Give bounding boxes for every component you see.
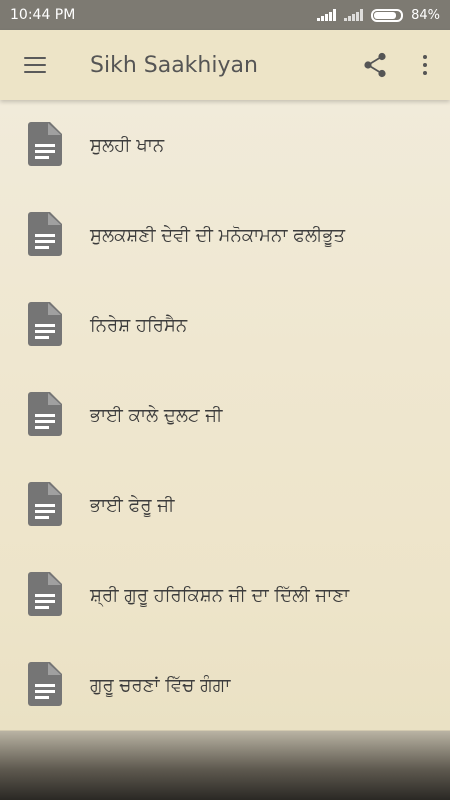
share-icon [364,52,386,78]
list-item[interactable]: ਨਿਰੇਸ਼ ਹਰਿਸੈਨ [0,280,450,370]
more-vertical-icon [423,55,427,75]
status-icons: 84% [317,8,440,23]
list-item-label: ਭਾਈ ਫੇਰੂ ਜੀ [90,494,175,516]
list-item[interactable]: ਸੁਲਕਸ਼ਣੀ ਦੇਵੀ ਦੀ ਮਨੋਕਾਮਨਾ ਫਲੀਭੂਤ [0,190,450,280]
list-item[interactable]: ਭਾਈ ਫੇਰੂ ਜੀ [0,460,450,550]
list-item[interactable]: ਗੁਰੂ ਚਰਣਾਂ ਵਿੱਚ ਗੰਗਾ [0,640,450,730]
list-item[interactable]: ਭਾਈ ਕਾਲੇ ਦੁਲਟ ਜੀ [0,370,450,460]
list-item-label: ਭਾਈ ਕਾਲੇ ਦੁਲਟ ਜੀ [90,404,223,426]
document-icon [28,662,62,706]
battery-icon [371,8,404,22]
document-icon [28,212,62,256]
status-time: 10:44 PM [10,7,76,23]
status-bar: 10:44 PM 84% [0,0,450,30]
app-bar: Sikh Saakhiyan [0,30,450,100]
more-options-button[interactable] [400,30,450,100]
app-title: Sikh Saakhiyan [90,52,258,78]
list-item[interactable]: ਸ਼੍ਰੀ ਗੁਰੂ ਹਰਿਕਿਸ਼ਨ ਜੀ ਦਾ ਦਿੱਲੀ ਜਾਣਾ [0,550,450,640]
saakhi-list: ਸੁਲਹੀ ਖਾਨ ਸੁਲਕਸ਼ਣੀ ਦੇਵੀ ਦੀ ਮਨੋਕਾਮਨਾ ਫਲੀਭ… [0,100,450,730]
document-icon [28,572,62,616]
share-button[interactable] [350,30,400,100]
document-icon [28,482,62,526]
list-item-label: ਨਿਰੇਸ਼ ਹਰਿਸੈਨ [90,314,188,336]
bottom-shadow [0,731,450,800]
cell-signal-icon [317,9,337,21]
battery-percent: 84% [411,7,440,23]
document-icon [28,302,62,346]
cell-signal-2-icon [344,9,364,21]
list-item[interactable]: ਸੁਲਹੀ ਖਾਨ [0,100,450,190]
menu-button[interactable] [0,30,70,100]
document-icon [28,122,62,166]
list-item-label: ਸ਼੍ਰੀ ਗੁਰੂ ਹਰਿਕਿਸ਼ਨ ਜੀ ਦਾ ਦਿੱਲੀ ਜਾਣਾ [90,584,350,606]
list-item-label: ਸੁਲਹੀ ਖਾਨ [90,134,165,156]
hamburger-menu-icon [24,57,46,73]
list-item-label: ਗੁਰੂ ਚਰਣਾਂ ਵਿੱਚ ਗੰਗਾ [90,674,231,696]
list-item-label: ਸੁਲਕਸ਼ਣੀ ਦੇਵੀ ਦੀ ਮਨੋਕਾਮਨਾ ਫਲੀਭੂਤ [90,224,346,246]
document-icon [28,392,62,436]
